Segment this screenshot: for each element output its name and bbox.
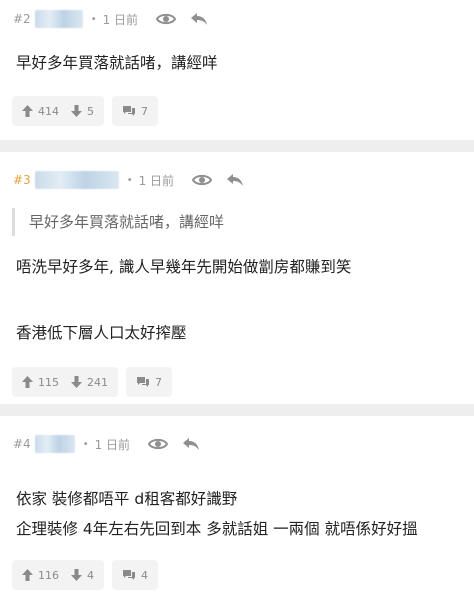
- separator-dot: •: [90, 13, 97, 25]
- upvote-button[interactable]: 116: [22, 569, 59, 582]
- thumb-down-arrow-icon: [71, 569, 82, 581]
- post-2: #2 • 1 日前 早好多年買落就話啫，講經咩 414 5 7: [0, 0, 474, 140]
- vote-pill: 414 5: [12, 96, 104, 126]
- floor-number: #4: [13, 437, 31, 451]
- thumb-up-arrow-icon: [22, 105, 33, 117]
- quoted-post: 早好多年買落就話啫，講經咩: [12, 208, 224, 236]
- post-meta: #3 • 1 日前: [13, 170, 244, 190]
- post-content: 早好多年買落就話啫，講經咩: [16, 52, 218, 74]
- separator-dot: •: [126, 174, 133, 186]
- post-actions: 115 241 7: [12, 367, 172, 397]
- reply-count: 7: [155, 375, 162, 389]
- vote-pill: 116 4: [12, 560, 104, 590]
- floor-number: #2: [13, 12, 31, 26]
- post-time: 1 日前: [94, 437, 131, 452]
- post-actions: 414 5 7: [12, 96, 158, 126]
- content-line: 早好多年買落就話啫，講經咩: [16, 54, 218, 72]
- upvote-button[interactable]: 115: [22, 376, 59, 389]
- username-blurred[interactable]: [34, 10, 83, 28]
- post-time: 1 日前: [138, 173, 175, 188]
- post-meta: #4 • 1 日前: [13, 434, 200, 454]
- replies-button[interactable]: 7: [112, 96, 158, 126]
- eye-icon[interactable]: [192, 173, 213, 187]
- post-meta: #2 • 1 日前: [13, 9, 208, 29]
- content-line: 企理裝修 4年左右先回到本 多就話姐 一兩個 就唔係好好搵: [16, 520, 418, 538]
- reply-count: 7: [141, 104, 148, 118]
- separator-dot: •: [82, 438, 89, 450]
- post-separator: [0, 140, 474, 152]
- thumb-up-arrow-icon: [22, 569, 33, 581]
- username-blurred[interactable]: [34, 171, 119, 189]
- upvote-count: 116: [38, 568, 59, 582]
- thumb-down-arrow-icon: [71, 105, 82, 117]
- content-line: 香港低下層人口太好搾壓: [16, 324, 187, 342]
- reply-arrow-icon[interactable]: [182, 437, 200, 451]
- post-3: #3 • 1 日前 早好多年買落就話啫，講經咩 唔洗早好多年, 識人早幾年先開始…: [0, 152, 474, 404]
- post-content: 依家 裝修都唔平 d租客都好識野 企理裝修 4年左右先回到本 多就話姐 一兩個 …: [16, 488, 418, 540]
- thumb-up-arrow-icon: [22, 376, 33, 388]
- content-line: 依家 裝修都唔平 d租客都好識野: [16, 490, 238, 508]
- quote-text: 早好多年買落就話啫，講經咩: [29, 213, 225, 231]
- post-separator: [0, 404, 474, 416]
- replies-button[interactable]: 4: [112, 560, 158, 590]
- downvote-count: 241: [87, 375, 108, 389]
- content-line: 唔洗早好多年, 識人早幾年先開始做劏房都賺到笑: [16, 258, 352, 276]
- upvote-button[interactable]: 414: [22, 105, 59, 118]
- thumb-down-arrow-icon: [71, 376, 82, 388]
- reply-count: 4: [141, 568, 148, 582]
- downvote-button[interactable]: 4: [71, 569, 94, 582]
- upvote-count: 115: [38, 375, 59, 389]
- replies-button[interactable]: 7: [126, 367, 172, 397]
- eye-icon[interactable]: [148, 437, 169, 451]
- reply-arrow-icon[interactable]: [226, 173, 244, 187]
- downvote-count: 4: [87, 568, 94, 582]
- speech-bubbles-icon: [123, 106, 135, 116]
- speech-bubbles-icon: [137, 377, 149, 387]
- reply-arrow-icon[interactable]: [190, 12, 208, 26]
- upvote-count: 414: [38, 104, 59, 118]
- post-4: #4 • 1 日前 依家 裝修都唔平 d租客都好識野 企理裝修 4年左右先回到本…: [0, 416, 474, 599]
- downvote-button[interactable]: 241: [71, 376, 108, 389]
- downvote-button[interactable]: 5: [71, 105, 94, 118]
- post-content: 唔洗早好多年, 識人早幾年先開始做劏房都賺到笑: [16, 256, 351, 278]
- vote-pill: 115 241: [12, 367, 118, 397]
- floor-number: #3: [13, 173, 31, 187]
- post-time: 1 日前: [102, 12, 139, 27]
- eye-icon[interactable]: [156, 12, 177, 26]
- post-content: 香港低下層人口太好搾壓: [16, 322, 187, 344]
- downvote-count: 5: [87, 104, 94, 118]
- username-blurred[interactable]: [34, 435, 75, 453]
- speech-bubbles-icon: [123, 570, 135, 580]
- post-actions: 116 4 4: [12, 560, 158, 590]
